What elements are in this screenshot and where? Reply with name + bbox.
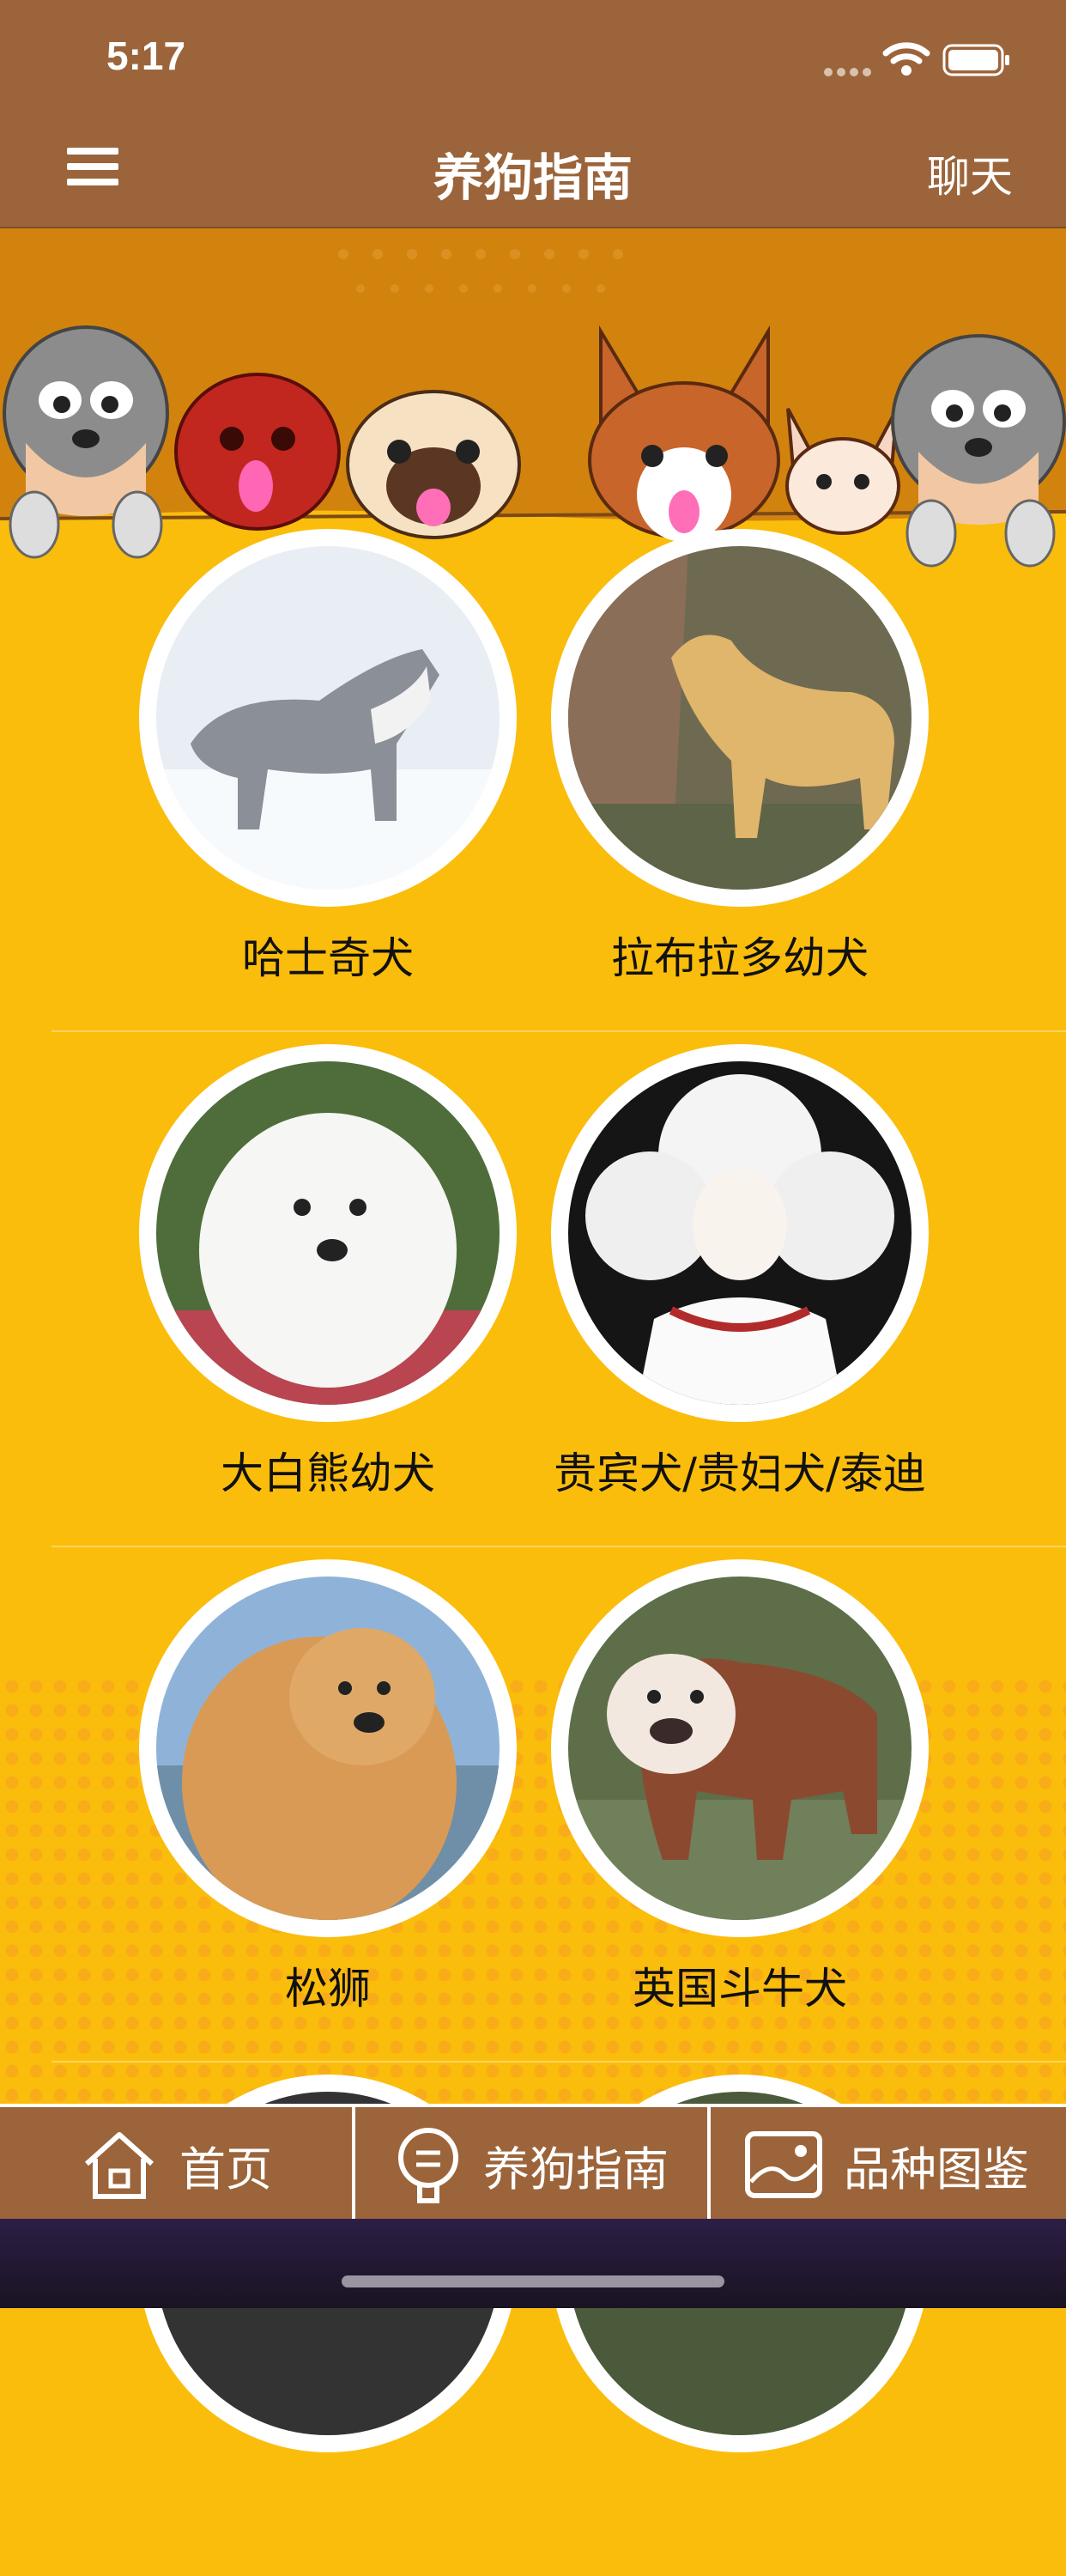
dog-card[interactable]: 哈士奇犬 (51, 529, 517, 1010)
home-bar-area (0, 2219, 1066, 2308)
battery-icon (942, 44, 1009, 76)
page-title: 养狗指南 (433, 149, 633, 207)
tab-home[interactable]: 首页 (0, 2107, 355, 2222)
tab-label: 首页 (179, 2142, 272, 2196)
tab-label: 品种图鉴 (844, 2142, 1029, 2196)
chat-button[interactable]: 聊天 (927, 143, 1013, 204)
dog-card[interactable]: 拉布拉多幼犬 (463, 529, 929, 1010)
status-time: 5:17 (106, 33, 186, 78)
status-bar: 5:17 (0, 0, 1066, 113)
gallery-icon (745, 2131, 822, 2198)
tab-gallery[interactable]: 品种图鉴 (711, 2107, 1063, 2222)
tab-bar: 首页 养狗指南 品种图鉴 (0, 2104, 1066, 2226)
dog-name: 贵宾犬/贵妇犬/泰迪 (554, 1449, 926, 1498)
dog-row: 松狮 英国斗牛犬 (51, 1546, 1066, 2063)
bulldog-photo (551, 1559, 929, 1937)
home-icon (84, 2132, 154, 2199)
guide-icon (398, 2128, 458, 2203)
nav-bar: 养狗指南 聊天 (0, 113, 1066, 228)
dog-card[interactable]: 大白熊幼犬 (51, 1044, 517, 1525)
labrador-photo (551, 529, 929, 907)
chow-chow-photo (139, 1559, 517, 1937)
dog-row: 大白熊幼犬 贵宾犬/贵妇犬/泰迪 (51, 1030, 1066, 1547)
dog-name: 拉布拉多幼犬 (611, 933, 869, 983)
dog-name: 英国斗牛犬 (633, 1964, 847, 2014)
tab-label: 养狗指南 (483, 2142, 669, 2196)
husky-photo (139, 529, 517, 907)
tab-guide[interactable]: 养狗指南 (355, 2107, 711, 2222)
poodle-photo (551, 1044, 929, 1422)
dog-card[interactable]: 英国斗牛犬 (463, 1559, 929, 2040)
dog-row: 哈士奇犬 拉布拉多幼犬 (51, 515, 1066, 1032)
dog-list: 哈士奇犬 拉布拉多幼犬 大白熊幼犬 贵宾犬/贵妇犬/泰迪 松狮 英国斗牛犬 (0, 515, 1066, 2452)
dog-card[interactable]: 松狮 (51, 1559, 517, 2040)
home-indicator[interactable] (342, 2275, 724, 2287)
great-pyrenees-photo (139, 1044, 517, 1422)
dog-card[interactable]: 贵宾犬/贵妇犬/泰迪 (463, 1044, 929, 1525)
signal-icon (824, 64, 875, 80)
wifi-icon (882, 42, 930, 76)
